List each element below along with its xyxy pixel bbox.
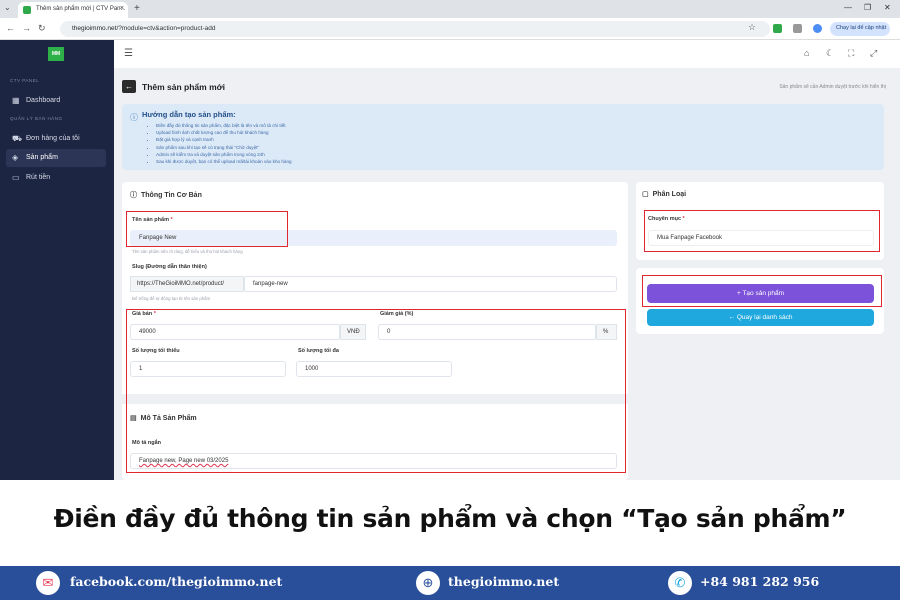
sidebar-item-dashboard[interactable]: ▦ Dashboard <box>6 92 106 110</box>
actions-card: + Tạo sản phẩm ← Quay lại danh sách <box>636 268 884 334</box>
page-note: Sản phẩm sẽ cần Admin duyệt trước khi hi… <box>779 84 886 90</box>
address-bar-row: ← → ↻ thegioimmo.net/?module=ctv&action=… <box>0 18 900 40</box>
logo: MM <box>48 47 64 61</box>
category-card: ▢ Phân Loại Chuyên mục * Mua Fanpage Face… <box>636 182 884 260</box>
globe-icon: ⊕ <box>416 571 440 595</box>
close-tab-icon[interactable]: × <box>120 5 124 12</box>
sidebar-group-panel: CTV PANEL <box>10 78 40 83</box>
forward-icon[interactable]: → <box>22 23 31 33</box>
home-icon[interactable]: ⌂ <box>804 48 809 58</box>
browser-chrome: ⌄ Thêm sản phẩm mới | CTV Pan... × + — ❐… <box>0 0 900 40</box>
extension-sheets-icon[interactable] <box>773 24 782 33</box>
sidebar-item-label: Rút tiền <box>26 174 51 181</box>
theme-moon-icon[interactable]: ☾ <box>826 48 834 59</box>
fullscreen-icon[interactable]: ⛶ <box>848 48 854 59</box>
phone-icon: ✆ <box>668 571 692 595</box>
restore-icon[interactable]: ❐ <box>864 3 871 12</box>
footer-phone[interactable]: +84 981 282 956 <box>700 574 819 589</box>
category-title: ▢ Phân Loại <box>642 191 687 198</box>
highlight-name <box>126 211 288 247</box>
new-tab-icon[interactable]: + <box>134 3 140 14</box>
slug-hint: Để trống để tự động tạo từ tên sản phẩm <box>132 296 211 301</box>
guide-title: Hướng dẫn tạo sản phẩm: <box>142 110 236 119</box>
sidebar-item-label: Sản phẩm <box>26 154 58 161</box>
grid-icon: ▦ <box>12 96 20 105</box>
sidebar-item-label: Dashboard <box>26 97 61 104</box>
basic-info-title: ⓘ Thông Tin Cơ Bản <box>130 192 202 199</box>
bookmark-star-icon[interactable]: ☆ <box>748 22 756 33</box>
profile-icon[interactable] <box>813 24 822 33</box>
highlight-details <box>126 309 626 473</box>
url-input[interactable]: thegioimmo.net/?module=ctv&action=produc… <box>60 21 770 37</box>
wallet-icon: ▭ <box>12 173 20 182</box>
footer-website[interactable]: thegioimmo.net <box>448 574 559 589</box>
guide-item: Sản phẩm sau khi tạo sẽ có trạng thái "C… <box>156 144 292 151</box>
guide-item: Điền đầy đủ thông tin sản phẩm, đặc biệt… <box>156 122 292 129</box>
sidebar: MM CTV PANEL ▦ Dashboard QUẢN LÝ BÁN HÀN… <box>0 40 114 480</box>
guide-item: Đặt giá hợp lý và cạnh tranh <box>156 136 292 143</box>
basic-info-card: ⓘ Thông Tin Cơ Bản Tên sản phẩm * Fanpage… <box>122 182 628 480</box>
guide-box: ⓘ Hướng dẫn tạo sản phẩm: Điền đầy đủ th… <box>122 104 884 170</box>
tab-bar: ⌄ Thêm sản phẩm mới | CTV Pan... × + — ❐… <box>0 0 900 18</box>
slug-input[interactable]: fanpage-new <box>244 276 617 292</box>
guide-item: Admin sẽ kiểm tra và duyệt sản phẩm tron… <box>156 151 292 158</box>
mail-icon: ✉ <box>36 571 60 595</box>
close-window-icon[interactable]: ✕ <box>884 3 891 12</box>
folder-icon: ▢ <box>642 191 649 198</box>
sidebar-item-products[interactable]: ◈ Sản phẩm <box>6 149 106 167</box>
highlight-create <box>642 275 882 307</box>
back-button[interactable]: ← <box>122 80 136 93</box>
box-icon: ◈ <box>12 153 19 162</box>
info-circle-icon: ⓘ <box>130 192 137 199</box>
tab-title: Thêm sản phẩm mới | CTV Pan... <box>36 6 126 12</box>
minimize-icon[interactable]: — <box>844 3 852 12</box>
highlight-category <box>644 210 880 252</box>
tab-search-icon[interactable]: ⌄ <box>4 3 11 12</box>
guide-list: Điền đầy đủ thông tin sản phẩm, đặc biệt… <box>156 122 292 165</box>
slug-label: Slug (Đường dẫn thân thiện) <box>132 264 207 270</box>
name-hint: Tên sản phẩm nên rõ ràng, dễ hiểu và thu… <box>132 249 243 254</box>
footer-bar: ✉ facebook.com/thegioimmo.net ⊕ thegioim… <box>0 566 900 600</box>
guide-item: Sau khi được duyệt, bạn có thể upload mã… <box>156 158 292 165</box>
main-content: ☰ ⌂ ☾ ⛶ ⤢ ← Thêm sản phẩm mới Sản phẩm s… <box>114 40 900 480</box>
back-icon[interactable]: ← <box>6 23 15 33</box>
menu-icon[interactable]: ☰ <box>124 48 133 59</box>
reload-icon[interactable]: ↻ <box>38 23 46 34</box>
sidebar-item-label: Đơn hàng của tôi <box>26 135 80 142</box>
sidebar-item-orders[interactable]: ⛟ Đơn hàng của tôi <box>6 130 106 148</box>
top-bar: ☰ ⌂ ☾ ⛶ ⤢ <box>114 40 900 68</box>
url-domain: thegioimmo.net <box>72 25 117 32</box>
page-title: Thêm sản phẩm mới <box>142 82 226 92</box>
info-icon: ⓘ <box>130 113 138 122</box>
update-button[interactable]: Chạy lại để cập nhật <box>830 22 890 36</box>
url-path: /?module=ctv&action=product-add <box>116 25 216 32</box>
sidebar-group-sales: QUẢN LÝ BÁN HÀNG <box>10 116 63 121</box>
extension-puzzle-icon[interactable] <box>793 24 802 33</box>
slug-prefix: https://TheGioiMMO.net/product/ <box>130 276 244 292</box>
guide-item: Upload hình ảnh chất lượng cao để thu hú… <box>156 129 292 136</box>
expand-icon[interactable]: ⤢ <box>870 48 877 59</box>
back-to-list-button[interactable]: ← Quay lại danh sách <box>647 309 874 326</box>
caption-text: Điền đầy đủ thông tin sản phẩm và chọn “… <box>53 504 847 533</box>
cart-icon: ⛟ <box>12 134 23 143</box>
favicon-icon <box>23 6 31 14</box>
browser-tab[interactable]: Thêm sản phẩm mới | CTV Pan... × <box>18 2 128 18</box>
sidebar-item-withdraw[interactable]: ▭ Rút tiền <box>6 169 106 187</box>
footer-facebook[interactable]: facebook.com/thegioimmo.net <box>70 574 282 589</box>
